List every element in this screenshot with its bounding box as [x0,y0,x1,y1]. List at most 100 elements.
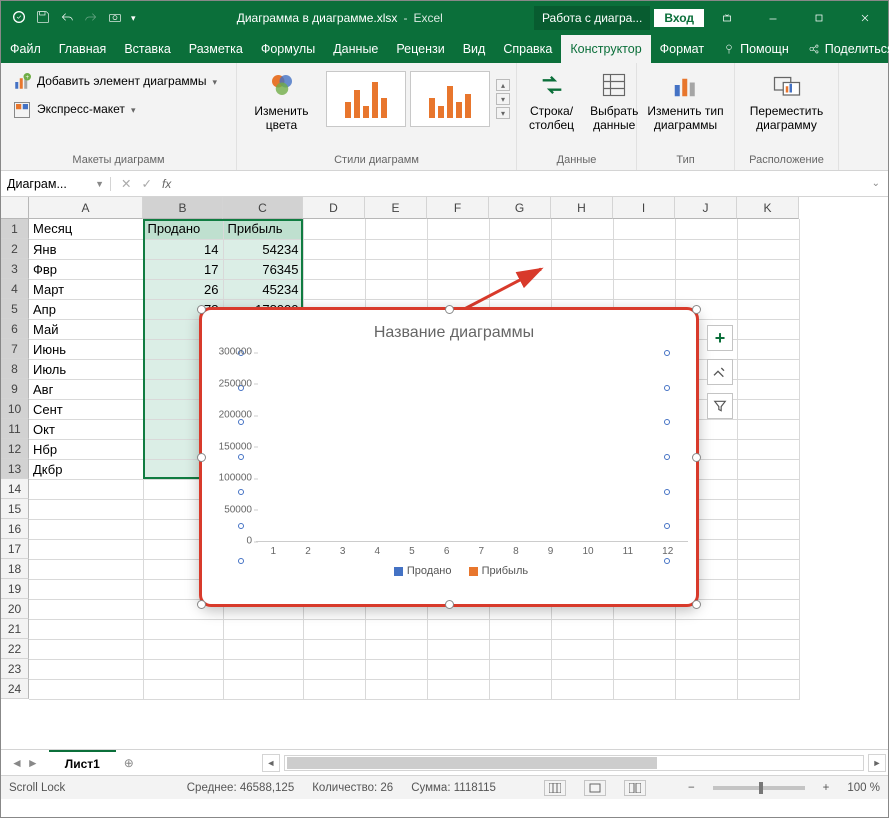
cell[interactable] [613,279,675,299]
minimize-button[interactable] [750,1,796,35]
cell[interactable] [143,679,223,699]
row-header[interactable]: 4 [1,279,29,299]
row-header[interactable]: 8 [1,359,29,379]
cell[interactable] [551,659,613,679]
ribbon-tab-справка[interactable]: Справка [494,35,561,63]
ribbon-tab-формат[interactable]: Формат [651,35,713,63]
row-header[interactable]: 3 [1,259,29,279]
column-header[interactable]: G [489,197,551,219]
column-header[interactable]: B [143,197,223,219]
row-header[interactable]: 23 [1,659,29,679]
cell[interactable] [365,679,427,699]
save-icon[interactable] [35,9,51,28]
cell[interactable] [29,539,143,559]
fx-icon[interactable]: fx [162,177,171,191]
cell[interactable] [737,439,799,459]
name-box[interactable]: Диаграм...▼ [1,177,111,191]
hscroll-left-icon[interactable]: ◄ [262,754,280,772]
cell[interactable] [675,239,737,259]
row-header[interactable]: 10 [1,399,29,419]
cell[interactable] [737,519,799,539]
row-header[interactable]: 2 [1,239,29,259]
cell[interactable] [737,359,799,379]
cell[interactable] [675,279,737,299]
cell[interactable] [613,239,675,259]
cell[interactable] [365,219,427,239]
cell[interactable] [223,659,303,679]
cell[interactable] [365,619,427,639]
column-header[interactable]: A [29,197,143,219]
row-header[interactable]: 19 [1,579,29,599]
sheet-tab[interactable]: Лист1 [49,750,116,775]
cell[interactable]: Июль [29,359,143,379]
cell[interactable]: Сент [29,399,143,419]
ribbon-tab-разметка[interactable]: Разметка [180,35,252,63]
column-header[interactable]: H [551,197,613,219]
ribbon-options-icon[interactable] [704,1,750,35]
cell[interactable]: Фвр [29,259,143,279]
row-header[interactable]: 11 [1,419,29,439]
cell[interactable] [489,659,551,679]
cell[interactable]: 54234 [223,239,303,259]
cell[interactable] [737,319,799,339]
chart-styles-button[interactable] [707,359,733,385]
select-all-corner[interactable] [1,197,29,219]
row-header[interactable]: 5 [1,299,29,319]
row-header[interactable]: 20 [1,599,29,619]
cell[interactable] [737,539,799,559]
cell[interactable] [737,459,799,479]
cell[interactable]: Авг [29,379,143,399]
column-header[interactable]: D [303,197,365,219]
zoom-level[interactable]: 100 % [847,782,880,794]
add-sheet-button[interactable]: ⊕ [116,750,142,775]
cell[interactable] [303,279,365,299]
chart-title[interactable]: Название диаграммы [220,324,688,342]
cell[interactable] [29,479,143,499]
cell[interactable]: 45234 [223,279,303,299]
row-header[interactable]: 12 [1,439,29,459]
column-header[interactable]: C [223,197,303,219]
cell[interactable] [737,659,799,679]
add-chart-element-button[interactable]: + Добавить элемент диаграммы▾ [7,71,223,93]
ribbon-tab-главная[interactable]: Главная [50,35,116,63]
cell[interactable] [675,639,737,659]
cell[interactable] [489,619,551,639]
cell[interactable] [737,599,799,619]
row-header[interactable]: 13 [1,459,29,479]
cell[interactable] [675,219,737,239]
login-button[interactable]: Вход [654,9,704,27]
column-header[interactable]: F [427,197,489,219]
cell[interactable] [223,639,303,659]
row-header[interactable]: 7 [1,339,29,359]
column-header[interactable]: J [675,197,737,219]
cell[interactable] [675,619,737,639]
ribbon-tab-вид[interactable]: Вид [454,35,495,63]
cell[interactable] [303,679,365,699]
hscroll-right-icon[interactable]: ► [868,754,886,772]
cell[interactable]: 76345 [223,259,303,279]
row-header[interactable]: 17 [1,539,29,559]
zoom-in-icon[interactable]: + [823,782,830,794]
chart-elements-button[interactable]: + [707,325,733,351]
cell[interactable] [551,679,613,699]
change-chart-type-button[interactable]: Изменить тип диаграммы [641,67,729,135]
share-button[interactable]: Поделиться [798,35,889,63]
sheet-nav-last-icon[interactable]: ► [27,756,39,770]
row-header[interactable]: 15 [1,499,29,519]
cell[interactable] [613,639,675,659]
cell[interactable]: 26 [143,279,223,299]
ribbon-tab-конструктор[interactable]: Конструктор [561,35,650,63]
cell[interactable] [29,619,143,639]
cell[interactable] [427,239,489,259]
cell[interactable] [29,579,143,599]
cell[interactable] [551,239,613,259]
cell[interactable] [365,639,427,659]
cell[interactable] [737,419,799,439]
cell[interactable] [365,239,427,259]
cell[interactable] [737,679,799,699]
ribbon-tab-файл[interactable]: Файл [1,35,50,63]
zoom-out-icon[interactable]: − [688,782,695,794]
ribbon-tab-формулы[interactable]: Формулы [252,35,324,63]
chart-legend[interactable]: Продано Прибыль [220,565,688,577]
cell[interactable] [613,219,675,239]
